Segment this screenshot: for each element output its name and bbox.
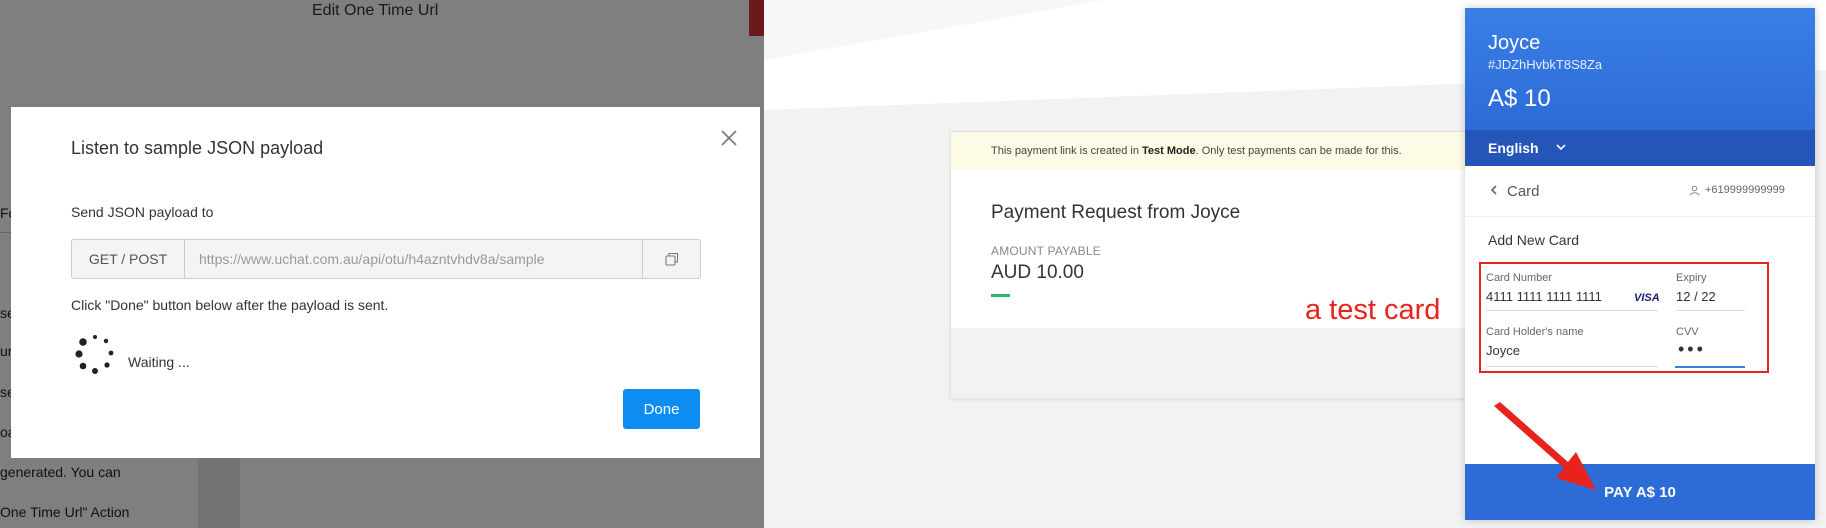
test-card-highlight-box <box>1479 262 1769 373</box>
order-id: #JDZhHvbkT8S8Za <box>1488 57 1603 72</box>
payment-request-card: This payment link is created in Test Mod… <box>950 131 1472 399</box>
checkout-header: Joyce #JDZhHvbkT8S8Za A$ 10 <box>1465 8 1815 130</box>
spinner-icon <box>75 335 114 374</box>
payload-url-input[interactable] <box>185 240 641 278</box>
red-arrow-icon <box>1494 402 1596 490</box>
done-button[interactable]: Done <box>623 389 700 429</box>
instruction-text: Click "Done" button below after the payl… <box>71 297 389 313</box>
contact-phone: +619999999999 <box>1705 184 1785 196</box>
json-payload-modal: Listen to sample JSON payload Send JSON … <box>11 107 760 458</box>
merchant-name: Joyce <box>1488 32 1541 54</box>
language-bar: English <box>1465 130 1815 166</box>
editor-pane: Edit One Time Url Fo se ur se oa generat… <box>0 0 764 528</box>
waiting-status: Waiting ... <box>128 354 190 370</box>
test-mode-notice: This payment link is created in Test Mod… <box>951 132 1471 170</box>
copy-icon <box>664 252 678 266</box>
copy-url-button[interactable] <box>642 240 700 278</box>
payment-method-label: Card <box>1507 183 1540 200</box>
amount-label: AMOUNT PAYABLE <box>991 244 1101 258</box>
back-chevron-icon[interactable] <box>1487 183 1501 197</box>
user-icon <box>1689 185 1700 196</box>
checkout-price: A$ 10 <box>1488 85 1551 112</box>
amount-value: AUD 10.00 <box>991 262 1084 283</box>
payment-method-row: Card +619999999999 <box>1465 166 1815 217</box>
add-new-card-title: Add New Card <box>1488 232 1580 248</box>
payment-request-title: Payment Request from Joyce <box>991 202 1241 223</box>
modal-title: Listen to sample JSON payload <box>71 138 324 158</box>
send-payload-label: Send JSON payload to <box>71 204 214 220</box>
http-method-label: GET / POST <box>72 240 185 278</box>
test-card-annotation: a test card <box>1305 294 1441 326</box>
test-mode-label: Test Mode <box>1142 145 1196 157</box>
close-icon[interactable] <box>718 127 740 149</box>
card-footer <box>951 328 1471 398</box>
payload-url-group: GET / POST <box>71 239 701 279</box>
amount-underline <box>991 294 1010 297</box>
chevron-down-icon[interactable] <box>1554 140 1568 154</box>
language-select[interactable]: English <box>1488 140 1539 156</box>
